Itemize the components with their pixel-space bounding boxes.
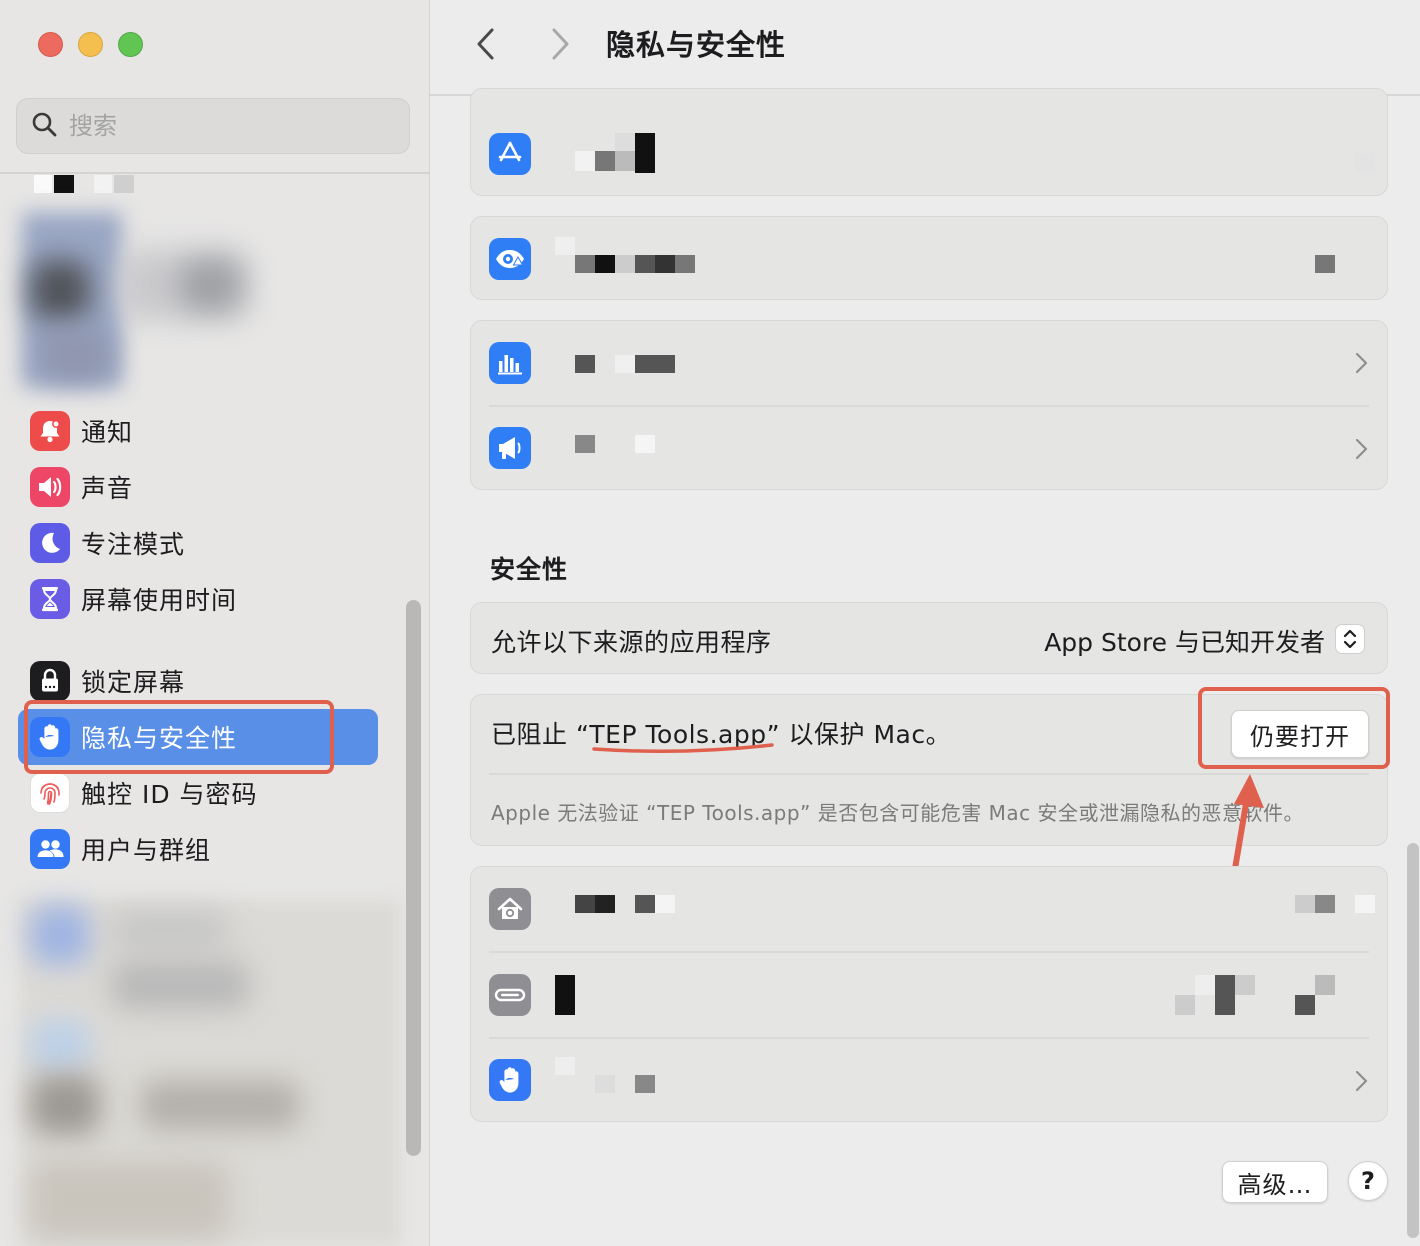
- sidebar-item-label: 专注模式: [81, 530, 186, 559]
- chevron-right-icon: [1355, 352, 1368, 374]
- window-controls: [38, 32, 143, 57]
- allow-apps-select-value[interactable]: App Store 与已知开发者: [1044, 623, 1325, 659]
- sidebar-item-label: 锁定屏幕: [81, 668, 186, 697]
- sidebar-item-sound[interactable]: 声音: [18, 459, 378, 515]
- sidebar-item-focus[interactable]: 专注模式: [18, 515, 378, 571]
- up-down-chevron-icon: [1343, 629, 1357, 649]
- users-icon: [30, 829, 70, 869]
- app-store-icon: [489, 133, 531, 175]
- back-button[interactable]: [466, 22, 506, 66]
- lock-screen-icon: [30, 661, 70, 701]
- page-title: 隐私与安全性: [606, 28, 787, 62]
- search-input[interactable]: [69, 112, 369, 140]
- help-button[interactable]: ?: [1348, 1161, 1388, 1201]
- sidebar-scrollbar[interactable]: [406, 600, 421, 1156]
- sidebar: 通知 声音 专注模式 屏幕使用时间 锁定屏幕 隐私与安全性 触控: [0, 0, 430, 1246]
- moon-icon: [30, 523, 70, 563]
- settings-row[interactable]: [471, 321, 1389, 405]
- usb-c-icon: [489, 974, 531, 1016]
- close-window-button[interactable]: [38, 32, 63, 57]
- settings-card: [470, 216, 1388, 300]
- chevron-left-icon: [477, 28, 494, 60]
- section-title-security: 安全性: [490, 555, 569, 584]
- settings-card: [470, 320, 1388, 490]
- main-scrollbar[interactable]: [1407, 843, 1419, 1238]
- sidebar-item-label: 通知: [81, 418, 134, 447]
- warning-text: Apple 无法验证 “TEP Tools.app” 是否包含可能危害 Mac …: [491, 801, 1304, 825]
- sidebar-item-notifications[interactable]: 通知: [18, 403, 378, 459]
- sidebar-divider: [0, 172, 429, 174]
- chevron-right-icon: [552, 28, 569, 60]
- forward-button[interactable]: [540, 22, 580, 66]
- chevron-right-icon: [1355, 438, 1368, 460]
- speaker-icon: [30, 467, 70, 507]
- sidebar-item-label: 触控 ID 与密码: [81, 780, 258, 809]
- settings-row[interactable]: [471, 953, 1389, 1037]
- eye-warning-icon: [489, 238, 531, 280]
- settings-card: [470, 866, 1388, 1122]
- chevron-right-icon: [1355, 1070, 1368, 1092]
- zoom-window-button[interactable]: [118, 32, 143, 57]
- sidebar-item-screen-time[interactable]: 屏幕使用时间: [18, 571, 378, 627]
- allow-apps-card: 允许以下来源的应用程序 App Store 与已知开发者: [470, 602, 1388, 674]
- hourglass-icon: [30, 579, 70, 619]
- fingerprint-icon: [30, 773, 70, 813]
- bar-chart-icon: [489, 342, 531, 384]
- sidebar-item-label: 用户与群组: [81, 836, 212, 865]
- blocked-prefix: 已阻止 “: [491, 720, 590, 749]
- sidebar-item-label: 声音: [81, 474, 134, 503]
- house-icon: [489, 888, 531, 930]
- hand-icon: [489, 1059, 531, 1101]
- megaphone-icon: [489, 427, 531, 469]
- settings-row[interactable]: [471, 407, 1389, 491]
- search-field[interactable]: [16, 98, 410, 154]
- minimize-window-button[interactable]: [78, 32, 103, 57]
- allow-apps-select[interactable]: [1335, 624, 1365, 654]
- settings-row[interactable]: [471, 867, 1389, 951]
- blocked-suffix: ” 以保护 Mac。: [766, 720, 952, 749]
- settings-card: [470, 88, 1388, 196]
- allow-apps-label: 允许以下来源的应用程序: [491, 628, 772, 657]
- advanced-button[interactable]: 高级…: [1222, 1161, 1328, 1203]
- sidebar-item-users-groups[interactable]: 用户与群组: [18, 821, 378, 877]
- annotation-highlight-open-button: [1198, 687, 1390, 769]
- main-pane: 隐私与安全性 安全性 允许以下来源的应用程序 App Store 与已知开发者 …: [430, 0, 1420, 1246]
- annotation-highlight-sidebar: [24, 700, 334, 774]
- search-icon: [31, 111, 57, 141]
- toolbar: 隐私与安全性: [430, 0, 1420, 96]
- annotation-underline: [592, 743, 774, 753]
- sidebar-item-label: 屏幕使用时间: [81, 586, 238, 615]
- bell-icon: [30, 411, 70, 451]
- settings-row[interactable]: [471, 1039, 1389, 1123]
